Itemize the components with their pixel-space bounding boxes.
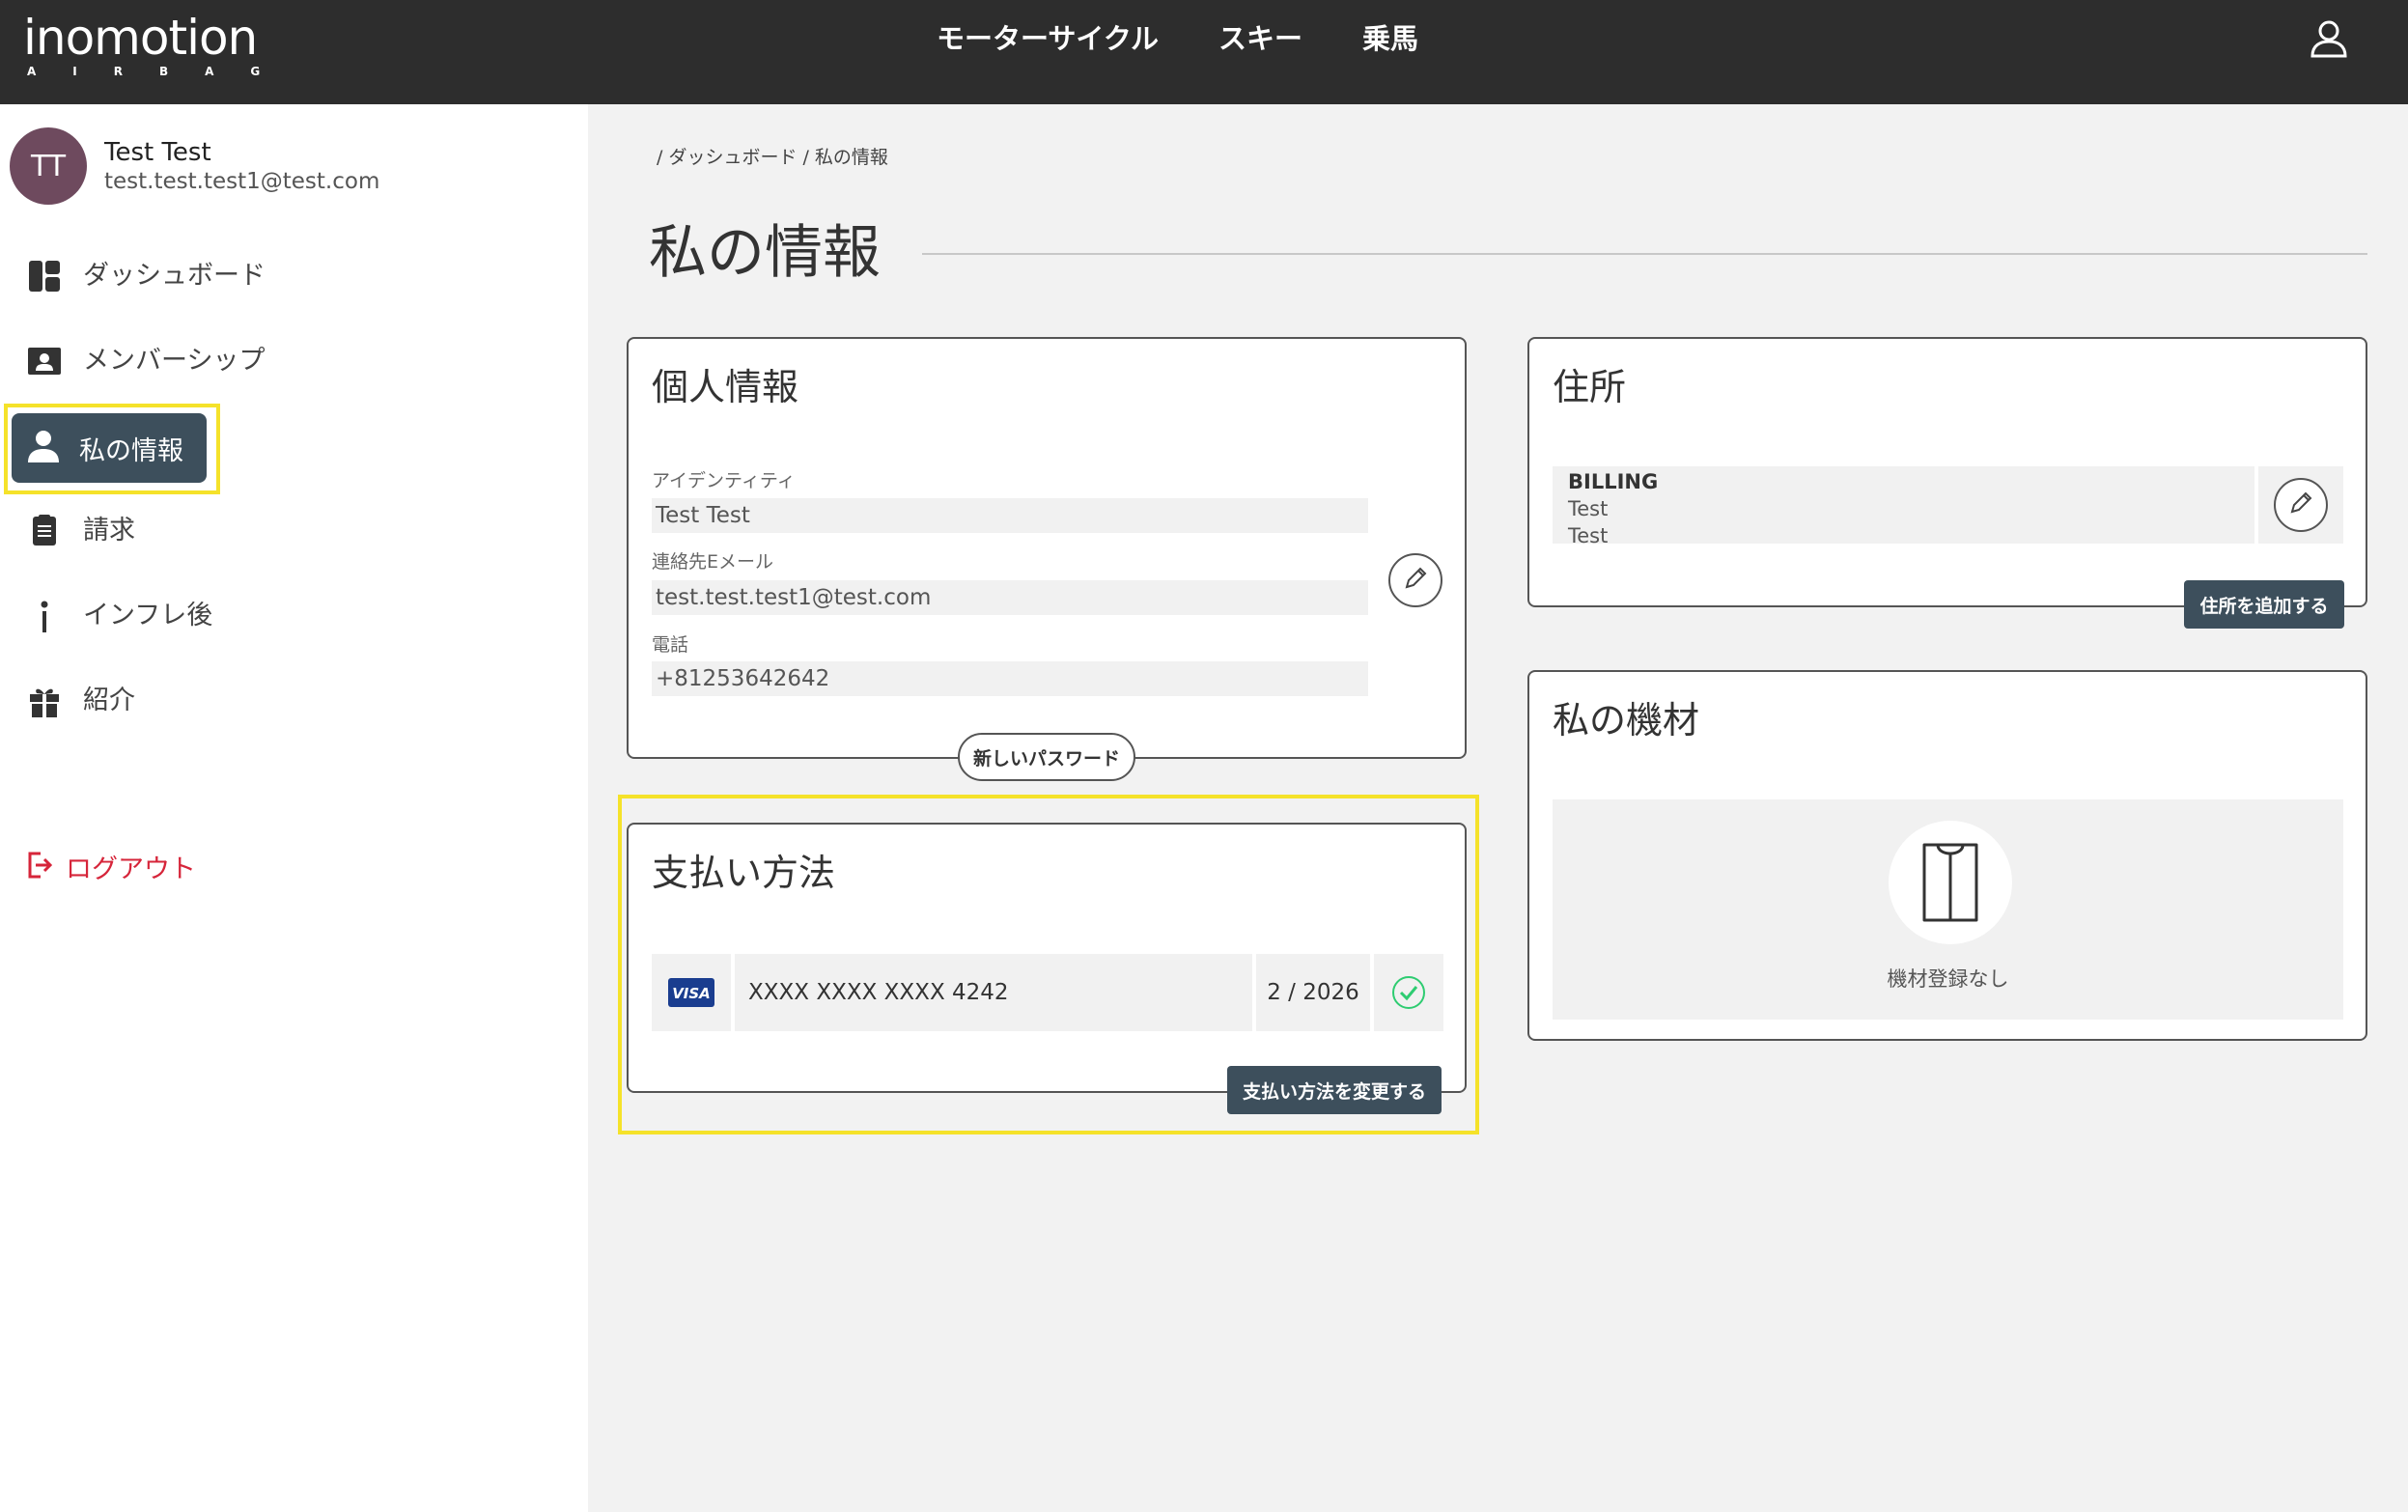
add-address-button[interactable]: 住所を追加する <box>2184 580 2344 629</box>
sidebar-item-referral[interactable]: 紹介 <box>27 684 135 718</box>
title-divider <box>922 253 2367 255</box>
dashboard-icon <box>27 259 62 294</box>
sidebar-item-label: 紹介 <box>83 686 135 715</box>
user-profile: TT Test Test test.test.test1@test.com <box>10 127 379 205</box>
payment-method-title: 支払い方法 <box>652 852 836 894</box>
logout-label: ログアウト <box>66 854 196 884</box>
logo-sub: AIRBAG <box>27 65 297 78</box>
identity-label: アイデンティティ <box>652 470 796 491</box>
breadcrumb: / ダッシュボード / 私の情報 <box>657 147 888 168</box>
receipt-icon <box>27 514 62 548</box>
personal-info-title: 個人情報 <box>652 366 799 408</box>
sidebar-item-label: 請求 <box>83 516 135 546</box>
sidebar: TT Test Test test.test.test1@test.com ダッ… <box>0 104 588 1512</box>
top-bar: inomotion AIRBAG モーターサイクル スキー 乗馬 <box>0 0 2408 104</box>
card-number: XXXX XXXX XXXX 4242 <box>735 954 1252 1031</box>
sidebar-item-label: メンバーシップ <box>83 346 266 376</box>
sidebar-item-label: ダッシュボード <box>83 261 266 291</box>
person-icon <box>27 430 60 466</box>
edit-address-button[interactable] <box>2274 478 2328 532</box>
equipment-empty-state: 機材登録なし <box>1553 799 2343 1020</box>
logo[interactable]: inomotion AIRBAG <box>23 14 296 79</box>
payment-card-row: VISA XXXX XXXX XXXX 4242 2 / 2026 <box>652 954 1443 1031</box>
pencil-icon <box>2288 490 2313 519</box>
logo-main: inomotion <box>23 10 258 66</box>
logout-button[interactable]: ログアウト <box>27 848 196 885</box>
sidebar-item-my-info[interactable]: 私の情報 <box>12 413 207 483</box>
billing-line: Test <box>1568 497 1609 520</box>
info-icon <box>27 599 62 633</box>
phone-label: 電話 <box>652 634 689 656</box>
billing-title: BILLING <box>1568 470 1659 493</box>
avatar: TT <box>10 127 87 205</box>
email-label: 連絡先Eメール <box>652 551 774 573</box>
nav-motorcycle[interactable]: モーターサイクル <box>937 19 1159 58</box>
nav-ski[interactable]: スキー <box>1218 19 1302 58</box>
email-value: test.test.test1@test.com <box>652 580 1368 615</box>
identity-value: Test Test <box>652 498 1368 533</box>
sidebar-item-billing[interactable]: 請求 <box>27 514 135 548</box>
phone-value: +81253642642 <box>652 661 1368 696</box>
payment-method-card: 支払い方法 VISA XXXX XXXX XXXX 4242 2 / 2026 <box>627 823 1467 1093</box>
logout-icon <box>27 851 53 883</box>
visa-icon: VISA <box>652 954 731 1031</box>
gift-icon <box>27 684 62 718</box>
check-circle-icon <box>1374 954 1443 1031</box>
equipment-title: 私の機材 <box>1553 699 1700 742</box>
billing-address: BILLING Test Test <box>1553 466 2254 547</box>
main-nav: モーターサイクル スキー 乗馬 <box>937 19 1418 58</box>
airbag-vest-icon <box>1889 821 2012 944</box>
equipment-card: 私の機材 機材登録なし <box>1527 670 2367 1041</box>
change-payment-button[interactable]: 支払い方法を変更する <box>1227 1066 1442 1114</box>
nav-equestrian[interactable]: 乗馬 <box>1362 19 1418 58</box>
profile-name: Test Test <box>104 138 211 167</box>
sidebar-item-label: インフレ後 <box>83 601 213 630</box>
edit-personal-button[interactable] <box>1388 553 1442 607</box>
visa-brand-text: VISA <box>672 985 711 1002</box>
user-account-icon[interactable] <box>2308 17 2350 60</box>
page-title: 私の情報 <box>649 219 881 287</box>
profile-email: test.test.test1@test.com <box>104 169 380 194</box>
sidebar-item-membership[interactable]: メンバーシップ <box>27 344 265 378</box>
new-password-button[interactable]: 新しいパスワード <box>958 733 1135 781</box>
sidebar-item-inflation[interactable]: インフレ後 <box>27 599 212 633</box>
sidebar-item-dashboard[interactable]: ダッシュボード <box>27 259 266 294</box>
sidebar-item-label: 私の情報 <box>79 435 183 466</box>
address-card: 住所 BILLING Test Test <box>1527 337 2367 607</box>
billing-edit-cell <box>2258 466 2343 544</box>
equipment-empty-text: 機材登録なし <box>1887 967 2009 991</box>
card-expiry: 2 / 2026 <box>1256 954 1370 1031</box>
personal-info-card: 個人情報 アイデンティティ Test Test 連絡先Eメール test.tes… <box>627 337 1467 759</box>
address-title: 住所 <box>1553 366 1627 408</box>
pencil-icon <box>1403 566 1428 595</box>
billing-line: Test <box>1568 524 1609 547</box>
id-card-icon <box>27 344 62 378</box>
